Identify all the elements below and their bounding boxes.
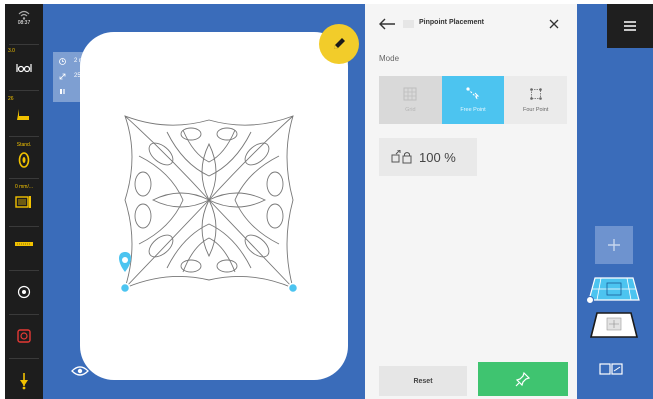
stitch-count-value: 2 mm <box>74 58 89 64</box>
layers-row <box>53 85 133 97</box>
reset-label: Reset <box>413 377 433 385</box>
free-point-icon <box>466 87 480 100</box>
wifi-status[interactable]: 08:37 <box>5 10 43 26</box>
feed-label: 0 mm/... <box>14 184 34 190</box>
needle-stop-control[interactable] <box>5 285 43 299</box>
status-sidebar: 08:37 3.0 26 Stand. 0 mm/... <box>5 4 43 399</box>
divider <box>9 270 39 271</box>
clock-icon <box>59 57 66 65</box>
bobbin-icon <box>18 152 30 168</box>
speed-item[interactable]: Stand. <box>5 142 43 169</box>
grid-icon <box>403 87 417 101</box>
mode-four-point-label: Four Point <box>522 107 549 113</box>
resize-icon <box>59 73 66 79</box>
scale-lock-icon <box>391 150 412 164</box>
thread-tension-control[interactable] <box>5 60 43 76</box>
wifi-icon <box>18 10 30 20</box>
feed-dog-icon <box>15 196 31 208</box>
mode-selector: Grid Free Point Four Point <box>379 76 568 124</box>
divider <box>9 90 39 91</box>
stitch-plate-icon <box>15 242 33 246</box>
thread-icon <box>60 88 65 94</box>
panel-title: Pinpoint Placement <box>419 19 484 26</box>
pencil-icon <box>334 38 345 49</box>
scale-value: 100 % <box>419 149 456 165</box>
layers-sidebar <box>577 4 653 399</box>
mode-free-point-button[interactable]: Free Point <box>441 76 505 124</box>
arrow-left-icon <box>379 18 395 30</box>
layer-selected-indicator <box>586 296 594 304</box>
thread-tension-value: 3.0 <box>8 48 15 54</box>
edit-button[interactable] <box>319 24 359 64</box>
design-size-value: 256 x 259 mm <box>74 73 113 79</box>
needle-position-icon <box>17 285 31 299</box>
layer-thumbnail-hoop[interactable] <box>587 274 641 304</box>
divider <box>9 44 39 45</box>
feed-item[interactable]: 0 mm/... <box>5 184 43 209</box>
panel-header: Pinpoint Placement <box>365 4 577 44</box>
four-point-icon <box>529 88 542 100</box>
anchor-point-left[interactable] <box>119 282 131 294</box>
confirm-pin-button[interactable] <box>478 362 568 396</box>
plus-icon <box>608 239 620 251</box>
machine-settings-control[interactable] <box>5 328 43 344</box>
placement-icon <box>403 20 414 28</box>
needle-control[interactable] <box>5 372 43 390</box>
reset-button[interactable]: Reset <box>379 366 467 396</box>
add-design-button[interactable] <box>595 226 633 264</box>
divider <box>9 226 39 227</box>
presser-foot-icon <box>17 109 29 120</box>
divider <box>9 314 39 315</box>
anchor-point-right[interactable] <box>287 282 299 294</box>
split-view-button[interactable] <box>599 362 629 382</box>
presser-foot-control[interactable] <box>5 108 43 122</box>
stitch-count-row: 2 mm <box>53 55 133 67</box>
visibility-button[interactable] <box>71 364 91 380</box>
design-info-box: 2 mm 256 x 259 mm <box>53 52 133 102</box>
stitch-plate-control[interactable] <box>5 240 43 248</box>
mode-label: Mode <box>379 54 400 63</box>
stitch-width-value: 26 <box>8 96 14 102</box>
divider <box>9 136 39 137</box>
divider <box>9 178 39 179</box>
layer-thumbnail-design[interactable] <box>587 310 641 340</box>
sewing-machine-icon <box>17 329 31 343</box>
close-icon <box>549 19 559 29</box>
pin-confirm-icon <box>515 371 531 387</box>
close-button[interactable] <box>547 17 561 31</box>
hamburger-icon <box>624 21 636 31</box>
pin-icon[interactable] <box>119 252 131 272</box>
speed-label: Stand. <box>16 142 32 148</box>
mode-free-point-label: Free Point <box>460 107 486 113</box>
split-view-icon <box>599 363 623 375</box>
pinpoint-placement-panel: Pinpoint Placement Mode Grid Free Point … <box>365 4 577 399</box>
design-size-row: 256 x 259 mm <box>53 70 133 82</box>
mode-grid-label: Grid <box>405 107 416 113</box>
eye-icon <box>71 366 89 376</box>
thread-tension-item[interactable]: 3.0 <box>5 48 43 54</box>
clock-time: 08:37 <box>17 20 31 26</box>
mode-four-point-button[interactable]: Four Point <box>504 76 568 124</box>
stitch-width-item[interactable]: 26 <box>5 96 43 102</box>
needle-icon <box>20 373 28 390</box>
tension-dial-icon <box>16 64 32 73</box>
proportional-scale-toggle[interactable]: 100 % <box>379 138 477 176</box>
embroidery-screen: 08:37 3.0 26 Stand. 0 mm/... 2 mm 256 x … <box>0 0 653 399</box>
menu-button[interactable] <box>607 4 653 48</box>
back-button[interactable] <box>377 16 397 32</box>
divider <box>9 358 39 359</box>
embroidery-canvas[interactable]: 2 mm 256 x 259 mm <box>43 4 365 399</box>
mode-grid-button[interactable]: Grid <box>379 76 442 124</box>
